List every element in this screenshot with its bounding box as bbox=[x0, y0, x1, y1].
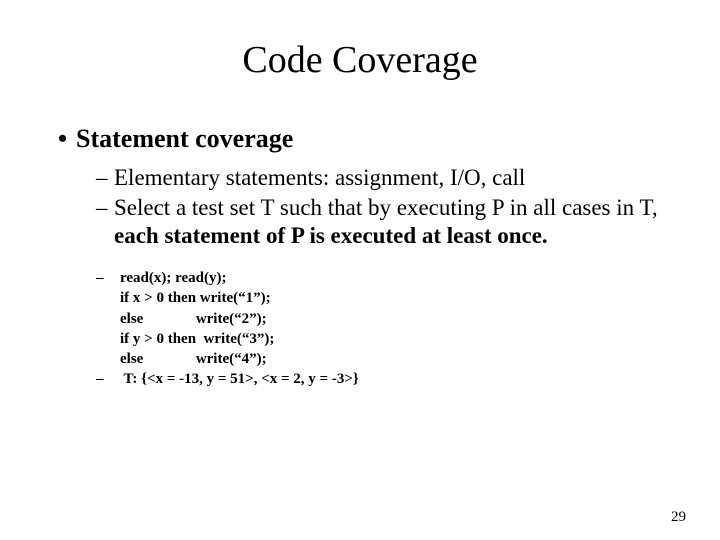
dash-icon: – bbox=[96, 268, 120, 288]
code-line: if x > 0 then write(“1”); bbox=[120, 288, 670, 308]
level1-text: Statement coverage bbox=[76, 124, 293, 153]
slide: Code Coverage •Statement coverage – Elem… bbox=[0, 0, 720, 540]
level2-bold: each statement of P is executed at least… bbox=[114, 223, 548, 248]
code-line: else write(“2”); bbox=[120, 309, 670, 329]
bullet-level1: •Statement coverage bbox=[58, 124, 670, 154]
level2-item: – Elementary statements: assignment, I/O… bbox=[96, 164, 670, 192]
code-first-line: – read(x); read(y); bbox=[96, 268, 670, 288]
page-number: 29 bbox=[671, 509, 686, 526]
level2-prefix: Select a test set T such that by executi… bbox=[114, 195, 658, 220]
code-group: – read(x); read(y); if x > 0 then write(… bbox=[96, 268, 670, 390]
dash-icon: – bbox=[96, 369, 120, 389]
code-line: if y > 0 then write(“3”); bbox=[120, 329, 670, 349]
code-text: T: {<x = -13, y = 51>, <x = 2, y = -3>} bbox=[120, 369, 670, 389]
level2-item: – Select a test set T such that by execu… bbox=[96, 194, 670, 250]
code-line: else write(“4”); bbox=[120, 349, 670, 369]
code-last-line: – T: {<x = -13, y = 51>, <x = 2, y = -3>… bbox=[96, 369, 670, 389]
level2-text: Select a test set T such that by executi… bbox=[114, 194, 670, 250]
dash-icon: – bbox=[96, 164, 114, 192]
bullet-dot-icon: • bbox=[58, 124, 76, 154]
code-text: read(x); read(y); bbox=[120, 268, 670, 288]
level2-group: – Elementary statements: assignment, I/O… bbox=[96, 164, 670, 250]
level2-text: Elementary statements: assignment, I/O, … bbox=[114, 164, 670, 192]
dash-icon: – bbox=[96, 194, 114, 250]
slide-title: Code Coverage bbox=[50, 38, 670, 82]
